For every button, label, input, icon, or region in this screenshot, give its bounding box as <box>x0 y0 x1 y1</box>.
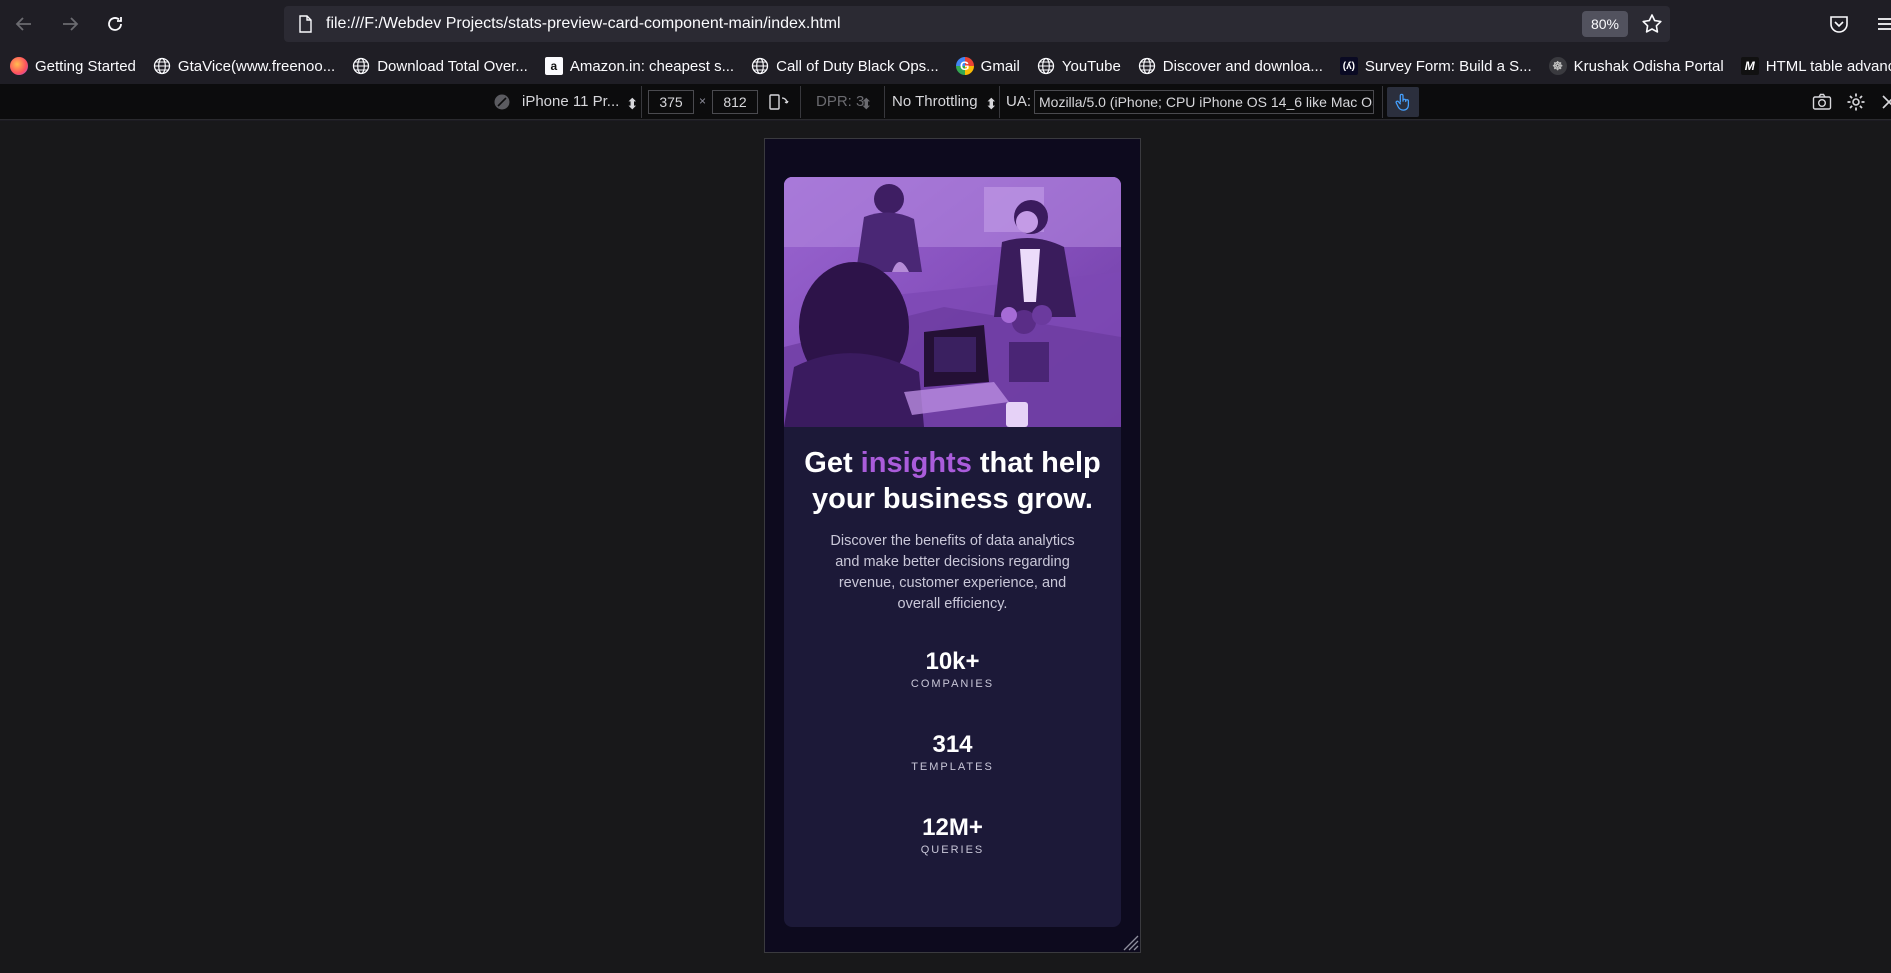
resize-handle-icon[interactable] <box>1120 932 1140 952</box>
bookmark-label: YouTube <box>1061 57 1121 75</box>
close-icon[interactable] <box>1880 93 1891 111</box>
stat-label: COMPANIES <box>910 678 995 690</box>
stat-value: 10k+ <box>925 648 980 675</box>
chevron-updown-icon: ⬍ <box>860 96 873 113</box>
device-selector[interactable]: iPhone 11 Pr... <box>522 93 619 110</box>
globe-icon <box>751 57 769 75</box>
bookmark-label: GtaVice(www.freenoo... <box>177 57 336 75</box>
reload-button[interactable] <box>101 10 129 38</box>
user-agent-input[interactable]: Mozilla/5.0 (iPhone; CPU iPhone OS 14_6 … <box>1034 90 1374 114</box>
stat-templates: 314 TEMPLATES <box>784 731 1121 773</box>
bookmark-item[interactable]: Getting Started <box>10 57 136 75</box>
emblem-icon: ☸ <box>1548 57 1567 75</box>
bookmark-item[interactable]: YouTube <box>1037 57 1121 75</box>
dimension-separator: × <box>699 94 707 108</box>
page-icon <box>299 15 312 33</box>
bookmark-item[interactable]: M HTML table advanced ... <box>1740 57 1891 75</box>
stat-label: QUERIES <box>920 844 985 856</box>
pocket-icon[interactable] <box>1828 13 1850 35</box>
url-text[interactable]: file:///F:/Webdev Projects/stats-preview… <box>326 15 841 33</box>
back-arrow-icon <box>15 17 31 31</box>
bookmark-label: Survey Form: Build a S... <box>1364 57 1532 75</box>
browser-toolbar: file:///F:/Webdev Projects/stats-preview… <box>0 0 1891 48</box>
chevron-updown-icon: ⬍ <box>626 96 639 113</box>
headline-accent-text: insights <box>860 447 972 479</box>
bookmark-label: Discover and downloa... <box>1162 57 1323 75</box>
stat-value: 314 <box>932 731 973 758</box>
chevron-updown-icon: ⬍ <box>985 96 998 113</box>
bookmark-label: Gmail <box>980 57 1020 75</box>
freecodecamp-icon: (ʎ) <box>1339 57 1358 75</box>
divider <box>800 86 801 118</box>
forward-button[interactable] <box>56 10 84 38</box>
amazon-icon: a <box>544 57 563 75</box>
bookmark-item[interactable]: ☸ Krushak Odisha Portal <box>1548 57 1724 75</box>
bookmarks-toolbar: Getting Started GtaVice(www.freenoo... D… <box>0 48 1891 84</box>
stat-label: TEMPLATES <box>911 761 994 773</box>
divider <box>999 86 1000 118</box>
headline-text: Get <box>804 447 861 479</box>
bookmark-item[interactable]: Download Total Over... <box>352 57 528 75</box>
bookmark-label: Amazon.in: cheapest s... <box>569 57 735 75</box>
stat-queries: 12M+ QUERIES <box>784 814 1121 856</box>
responsive-design-toolbar: iPhone 11 Pr... ⬍ 375 × 812 DPR: 3 ⬍ No … <box>0 84 1891 120</box>
card-body: Get insights that help your business gro… <box>784 427 1121 856</box>
dpr-selector[interactable]: DPR: 3 <box>816 93 864 110</box>
card-image <box>784 177 1121 427</box>
reload-icon <box>108 17 122 31</box>
rotate-viewport-icon[interactable] <box>768 92 790 112</box>
touch-simulation-button[interactable] <box>1387 87 1419 117</box>
screenshot-camera-icon[interactable] <box>1812 93 1832 111</box>
divider <box>641 86 642 118</box>
settings-gear-icon[interactable] <box>1846 92 1866 112</box>
hamburger-menu-icon[interactable] <box>1876 14 1891 34</box>
bookmark-item[interactable]: GtaVice(www.freenoo... <box>153 57 335 75</box>
bookmark-item[interactable]: Discover and downloa... <box>1138 57 1323 75</box>
bookmark-item[interactable]: (ʎ) Survey Form: Build a S... <box>1339 57 1532 75</box>
divider <box>884 86 885 118</box>
zoom-level-badge[interactable]: 80% <box>1582 11 1628 37</box>
globe-icon <box>153 57 171 75</box>
bookmark-label: Call of Duty Black Ops... <box>776 57 939 75</box>
address-bar[interactable]: file:///F:/Webdev Projects/stats-preview… <box>284 6 1670 42</box>
bookmark-item[interactable]: Call of Duty Black Ops... <box>751 57 939 75</box>
stat-companies: 10k+ COMPANIES <box>784 648 1121 690</box>
bookmark-item[interactable]: G Gmail <box>955 57 1020 75</box>
viewport-width-input[interactable]: 375 <box>648 90 694 114</box>
divider <box>1382 86 1383 118</box>
throttling-selector[interactable]: No Throttling <box>892 93 978 110</box>
bookmark-star-icon[interactable] <box>1640 12 1664 36</box>
bookmark-label: HTML table advanced ... <box>1765 57 1891 75</box>
device-selector-icon <box>494 94 510 110</box>
globe-icon <box>1138 57 1155 75</box>
globe-icon <box>1037 57 1054 75</box>
viewport-height-input[interactable]: 812 <box>712 90 758 114</box>
card-description: Discover the benefits of data analytics … <box>830 533 1075 612</box>
firefox-icon <box>10 57 28 75</box>
ua-label: UA: <box>1006 93 1032 110</box>
card-headline: Get insights that help your business gro… <box>784 445 1121 517</box>
forward-arrow-icon <box>63 17 79 31</box>
bookmark-label: Krushak Odisha Portal <box>1573 57 1724 75</box>
hand-pointer-icon <box>1395 93 1410 111</box>
bookmark-label: Getting Started <box>35 57 136 75</box>
back-button[interactable] <box>10 10 38 38</box>
office-photo-image <box>784 177 1121 427</box>
stat-value: 12M+ <box>922 814 983 841</box>
stats-preview-card: Get insights that help your business gro… <box>784 177 1121 927</box>
globe-icon <box>353 57 370 75</box>
bookmark-label: Download Total Over... <box>377 57 528 75</box>
google-icon: G <box>955 57 974 75</box>
bookmark-item[interactable]: a Amazon.in: cheapest s... <box>544 57 735 75</box>
mdn-icon: M <box>1740 57 1759 75</box>
